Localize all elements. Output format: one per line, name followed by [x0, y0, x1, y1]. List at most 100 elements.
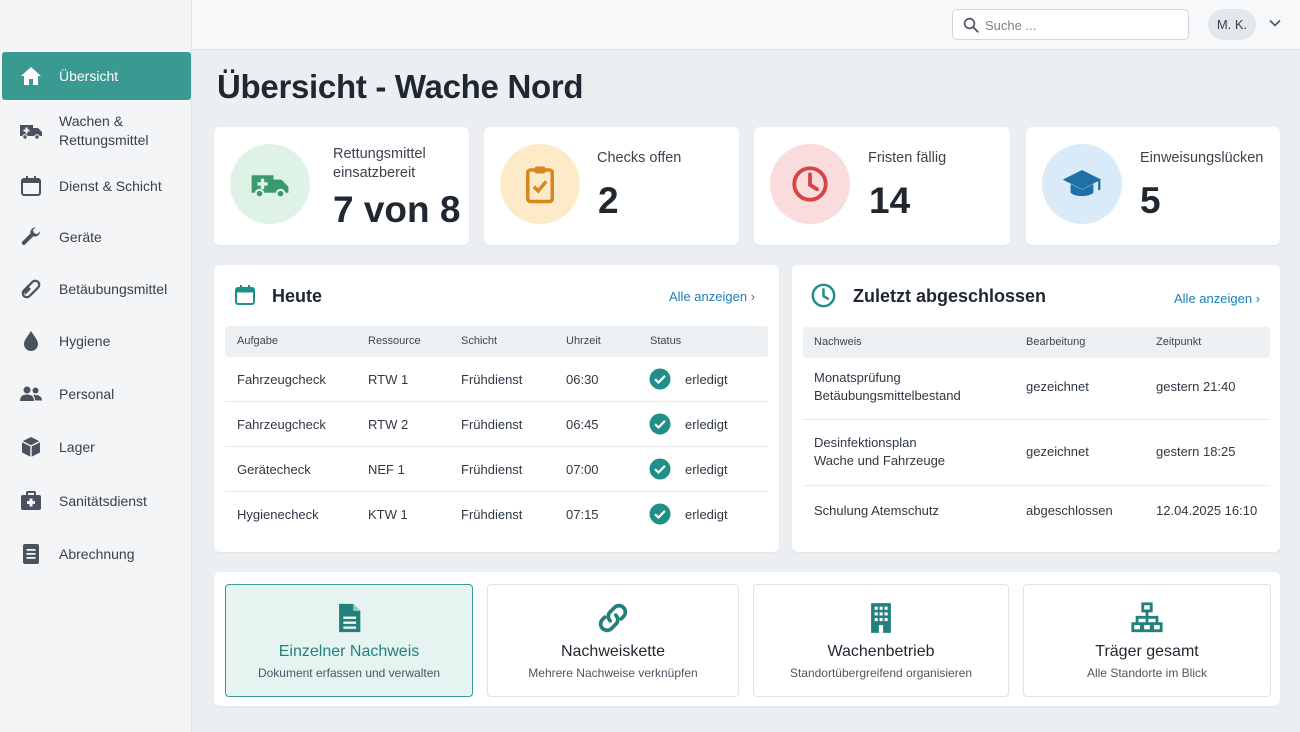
proof-cell: Schulung Atemschutz	[814, 503, 940, 518]
table-row[interactable]: Hygienecheck KTW 1 Frühdienst 07:15 erle…	[225, 492, 768, 537]
show-all-link[interactable]: Alle anzeigen ›	[1174, 291, 1260, 306]
check-circle-icon	[649, 503, 671, 525]
status-cell: erledigt	[685, 372, 728, 387]
sidebar-item-hygiene[interactable]: Hygiene	[2, 319, 191, 363]
ambulance-icon	[230, 144, 310, 224]
tile-title: Träger gesamt	[1095, 643, 1199, 660]
search-box[interactable]	[952, 9, 1189, 40]
hierarchy-icon	[1131, 602, 1163, 633]
column-header: Zeitpunkt	[1156, 336, 1202, 348]
check-circle-icon	[649, 368, 671, 390]
task-cell: Gerätecheck	[237, 462, 311, 477]
medical-kit-icon	[18, 488, 44, 514]
people-icon	[18, 381, 44, 407]
kpi-card-checks[interactable]: Checks offen 2	[484, 127, 739, 245]
sidebar-item-lager[interactable]: Lager	[2, 425, 191, 469]
avatar[interactable]: M. K.	[1208, 9, 1256, 40]
search-icon	[963, 17, 979, 33]
sidebar-item-personal[interactable]: Personal	[2, 372, 191, 416]
table-row[interactable]: Desinfektionsplan Wache und Fahrzeuge gez…	[803, 420, 1270, 486]
resource-cell: RTW 2	[368, 417, 409, 432]
sidebar-item-label: Hygiene	[59, 332, 111, 349]
drop-icon	[18, 328, 44, 354]
column-header: Status	[650, 335, 682, 347]
shift-cell: Frühdienst	[461, 372, 523, 387]
shift-cell: Frühdienst	[461, 462, 523, 477]
processing-cell: gezeichnet	[1026, 379, 1089, 394]
clock-icon	[811, 283, 836, 308]
sidebar-item-abrechnung[interactable]: Abrechnung	[2, 532, 191, 576]
wrench-icon	[18, 224, 44, 250]
timestamp-cell: gestern 18:25	[1156, 444, 1236, 459]
building-icon	[871, 603, 891, 633]
proof-line: Betäubungsmittelbestand	[814, 388, 961, 403]
sidebar-item-label: Lager	[59, 438, 95, 455]
link-icon	[598, 603, 628, 633]
processing-cell: gezeichnet	[1026, 444, 1089, 459]
proof-cell: Desinfektionsplan Wache und Fahrzeuge	[814, 434, 945, 470]
kpi-value: 2	[598, 180, 619, 221]
sidebar-item-sanitaetsdienst[interactable]: Sanitätsdienst	[2, 479, 191, 523]
tile-nachweiskette[interactable]: Nachweiskette Mehrere Nachweise verknüpf…	[487, 584, 739, 697]
sidebar-item-dienst[interactable]: Dienst & Schicht	[2, 164, 191, 208]
check-circle-icon	[649, 413, 671, 435]
shift-cell: Frühdienst	[461, 417, 523, 432]
clock-icon	[770, 144, 850, 224]
panel-title: Zuletzt abgeschlossen	[853, 286, 1047, 306]
document-icon	[339, 603, 361, 633]
tile-wachenbetrieb[interactable]: Wachenbetrieb Standortübergreifend organ…	[753, 584, 1009, 697]
chevron-down-icon[interactable]	[1268, 16, 1282, 30]
time-cell: 06:45	[566, 417, 599, 432]
sidebar-item-label: Übersicht	[59, 67, 119, 84]
table-row[interactable]: Gerätecheck NEF 1 Frühdienst 07:00 erled…	[225, 447, 768, 492]
kpi-value: 7 von 8	[333, 189, 461, 230]
tile-title: Einzelner Nachweis	[278, 643, 420, 660]
calendar-icon	[18, 173, 44, 199]
table-row[interactable]: Schulung Atemschutz abgeschlossen 12.04.…	[803, 486, 1270, 536]
sidebar-item-wachen[interactable]: Wachen & Rettungsmittel	[2, 108, 191, 154]
show-all-label: Alle anzeigen	[1174, 291, 1253, 306]
kpi-card-fristen[interactable]: Fristen fällig 14	[754, 127, 1010, 245]
sidebar-item-label: Personal	[59, 385, 115, 402]
show-all-label: Alle anzeigen	[669, 289, 748, 304]
sidebar-item-betaeubungsmittel[interactable]: Betäubungsmittel	[2, 267, 191, 311]
proof-line: Desinfektionsplan	[814, 435, 917, 450]
table-row[interactable]: Fahrzeugcheck RTW 2 Frühdienst 06:45 erl…	[225, 402, 768, 447]
tile-traeger-gesamt[interactable]: Träger gesamt Alle Standorte im Blick	[1023, 584, 1271, 697]
tile-title: Nachweiskette	[560, 643, 666, 660]
sidebar-item-label: Geräte	[59, 228, 102, 245]
kpi-card-rettungsmittel[interactable]: Rettungsmittel einsatzbereit 7 von 8	[214, 127, 469, 245]
sidebar-item-label: Dienst & Schicht	[59, 177, 162, 194]
resource-cell: KTW 1	[368, 507, 408, 522]
topbar: M. K.	[192, 0, 1300, 50]
resource-cell: RTW 1	[368, 372, 409, 387]
shift-cell: Frühdienst	[461, 507, 523, 522]
table-row[interactable]: Fahrzeugcheck RTW 1 Frühdienst 06:30 erl…	[225, 357, 768, 402]
proof-line: Monatsprüfung	[814, 370, 901, 385]
sidebar-item-label: Abrechnung	[59, 545, 135, 562]
pill-icon	[18, 276, 44, 302]
tile-einzelner-nachweis[interactable]: Einzelner Nachweis Dokument erfassen und…	[225, 584, 473, 697]
sidebar-item-geraete[interactable]: Geräte	[2, 215, 191, 259]
checklist-icon	[500, 144, 580, 224]
search-input[interactable]	[985, 14, 1180, 36]
sidebar-item-label: Betäubungsmittel	[59, 280, 168, 297]
column-header: Ressource	[368, 335, 421, 347]
show-all-link[interactable]: Alle anzeigen ›	[669, 289, 755, 304]
tile-subtitle: Standortübergreifend organisieren	[789, 666, 973, 680]
time-cell: 07:15	[566, 507, 599, 522]
table-row[interactable]: Monatsprüfung Betäubungsmittelbestand gez…	[803, 358, 1270, 420]
sidebar: Übersicht Wachen & Rettungsmittel Dienst…	[0, 0, 192, 732]
kpi-label: Checks offen	[597, 150, 682, 166]
sidebar-item-uebersicht[interactable]: Übersicht	[2, 52, 191, 100]
proof-cell: Monatsprüfung Betäubungsmittelbestand	[814, 369, 961, 405]
table-header: Aufgabe Ressource Schicht Uhrzeit Status	[225, 326, 768, 357]
tile-subtitle: Dokument erfassen und verwalten	[257, 666, 441, 680]
chevron-right-icon: ›	[750, 289, 756, 304]
task-cell: Hygienecheck	[237, 507, 319, 522]
proof-line: Wache und Fahrzeuge	[814, 453, 946, 468]
column-header: Nachweis	[814, 336, 862, 348]
home-icon	[18, 63, 44, 89]
kpi-card-einweisung[interactable]: Einweisungslücken 5	[1026, 127, 1280, 245]
tile-title: Wachenbetrieb	[827, 643, 935, 660]
